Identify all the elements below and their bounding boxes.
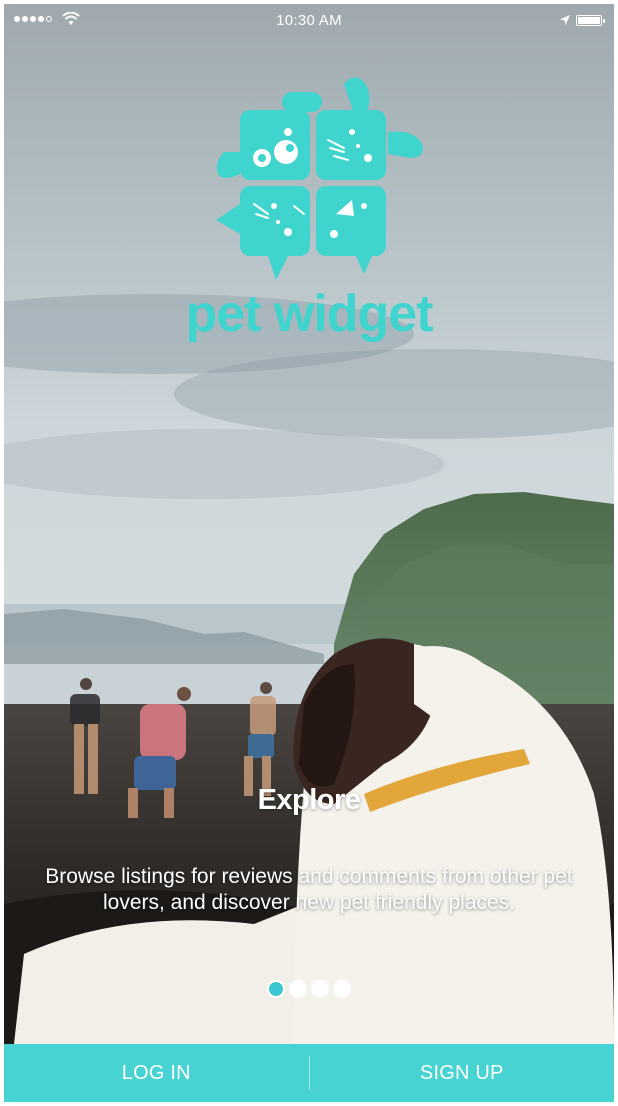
- sign-up-button[interactable]: SIGN UP: [310, 1044, 615, 1102]
- status-time: 10:30 AM: [276, 12, 342, 29]
- page-dot-3[interactable]: [311, 980, 329, 998]
- auth-action-bar: LOG IN SIGN UP: [4, 1044, 614, 1102]
- slide-description: Browse listings for reviews and comments…: [45, 865, 573, 914]
- status-bar: 10:30 AM: [4, 4, 614, 38]
- battery-icon: [576, 15, 605, 26]
- slide-title: Explore: [257, 784, 361, 816]
- log-in-button[interactable]: LOG IN: [4, 1044, 309, 1102]
- page-indicator: [4, 980, 614, 998]
- page-dot-4[interactable]: [333, 980, 351, 998]
- location-arrow-icon: [559, 13, 571, 30]
- onboarding-screen: 10:30 AM pet widget Explore Browse listi…: [4, 4, 614, 1102]
- brand-wordmark: pet widget: [185, 285, 433, 343]
- pet-widget-logo-icon: [204, 74, 434, 284]
- page-dot-2[interactable]: [289, 980, 307, 998]
- page-dot-1[interactable]: [267, 980, 285, 998]
